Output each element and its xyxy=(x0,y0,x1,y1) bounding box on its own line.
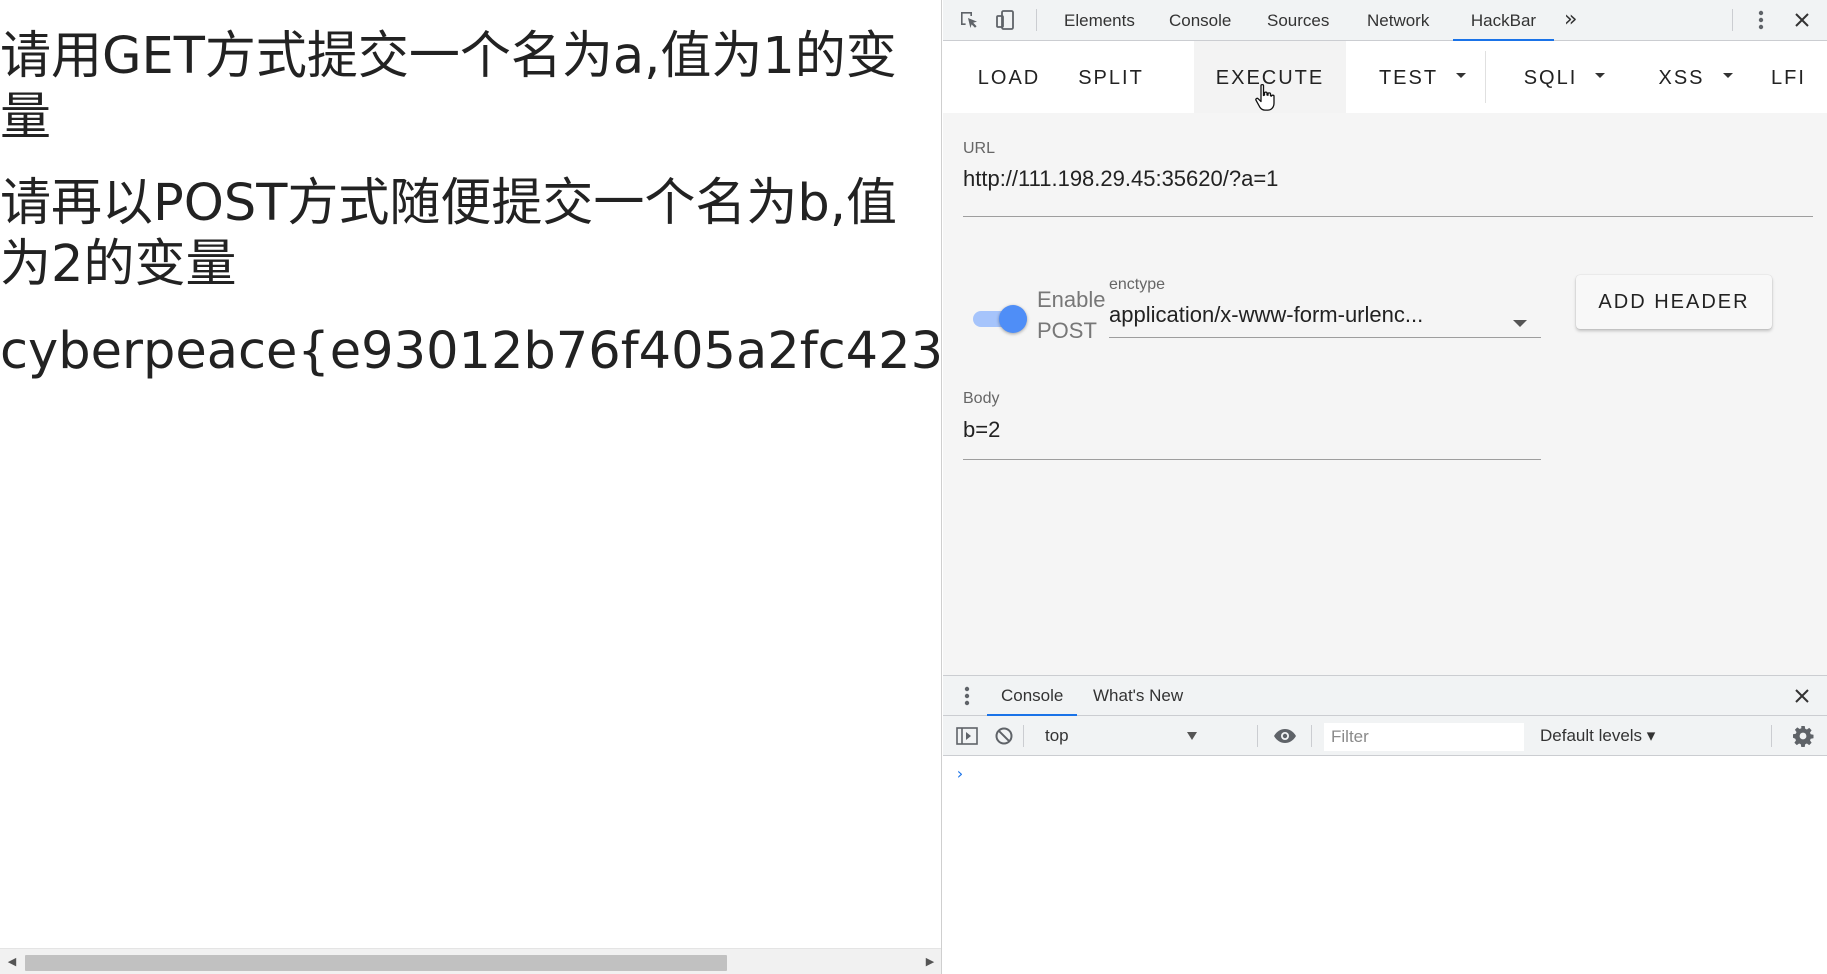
hackbar-panel: LOAD SPLIT EXECUTE TEST SQLI XSS LFI URL xyxy=(943,41,1827,675)
add-header-button[interactable]: ADD HEADER xyxy=(1576,275,1772,329)
clear-console-icon[interactable] xyxy=(992,724,1016,748)
eye-icon[interactable] xyxy=(1273,724,1297,748)
filter-input[interactable] xyxy=(1324,723,1524,751)
toolbar-divider xyxy=(1485,51,1486,103)
horizontal-scrollbar[interactable]: ◀ ▶ xyxy=(0,948,941,974)
test-menu-button[interactable]: TEST xyxy=(1363,41,1482,113)
console-prompt-icon[interactable]: › xyxy=(955,764,965,783)
gear-icon[interactable] xyxy=(1791,724,1815,748)
drawer-tab-whats-new[interactable]: What's New xyxy=(1093,676,1183,716)
sqli-label: SQLI xyxy=(1523,67,1578,89)
tab-hackbar[interactable]: HackBar xyxy=(1453,0,1554,41)
show-sidebar-icon[interactable] xyxy=(955,724,979,748)
toolbar-divider xyxy=(1023,725,1024,747)
page-content: 请用GET方式提交一个名为a,值为1的变量 请再以POST方式随便提交一个名为b… xyxy=(0,26,942,382)
toolbar-divider xyxy=(1036,9,1037,31)
scrollbar-thumb[interactable] xyxy=(25,955,727,971)
vertical-dots-icon[interactable] xyxy=(1749,8,1773,32)
toolbar-divider xyxy=(1311,725,1312,747)
close-icon[interactable] xyxy=(1790,8,1814,32)
drawer-menu-icon[interactable] xyxy=(955,684,979,708)
body-underline xyxy=(963,459,1541,460)
test-label: TEST xyxy=(1378,67,1439,89)
devtools-tabbar: Elements Console Sources Network HackBar… xyxy=(943,0,1827,41)
caret-down-icon xyxy=(1456,73,1467,79)
log-levels-dropdown[interactable]: Default levels ▾ xyxy=(1540,716,1655,756)
drawer-tab-console[interactable]: Console xyxy=(987,676,1078,716)
close-drawer-icon[interactable] xyxy=(1790,684,1814,708)
caret-down-icon xyxy=(1595,73,1606,79)
more-tabs-icon[interactable]: » xyxy=(1564,0,1577,41)
xss-label: XSS xyxy=(1658,67,1705,89)
caret-down-icon xyxy=(1722,73,1733,79)
inspect-element-icon[interactable] xyxy=(957,8,981,32)
console-toolbar: top Default levels ▾ xyxy=(943,716,1827,756)
body-input[interactable] xyxy=(963,414,1541,446)
flag-text: cyberpeace{e93012b76f405a2fc4233b3 xyxy=(0,322,942,381)
page-viewport: 请用GET方式提交一个名为a,值为1的变量 请再以POST方式随便提交一个名为b… xyxy=(0,0,942,974)
instruction-post: 请再以POST方式随便提交一个名为b,值为2的变量 xyxy=(0,174,898,294)
enable-post-label-line2: POST xyxy=(1037,318,1097,343)
tab-network[interactable]: Network xyxy=(1367,0,1429,41)
context-select[interactable]: top xyxy=(1045,725,1197,747)
toolbar-divider xyxy=(1771,725,1772,747)
body-label: Body xyxy=(963,390,1000,407)
url-label: URL xyxy=(963,140,996,157)
scroll-left-arrow-icon[interactable]: ◀ xyxy=(0,949,24,974)
sqli-menu-button[interactable]: SQLI xyxy=(1498,41,1631,113)
instruction-get: 请用GET方式提交一个名为a,值为1的变量 xyxy=(0,27,897,147)
enctype-label: enctype xyxy=(1109,276,1166,293)
console-drawer: Console What's New top Defa xyxy=(943,675,1827,974)
toolbar-divider xyxy=(1732,9,1733,31)
load-button[interactable]: LOAD xyxy=(957,41,1061,113)
xss-menu-button[interactable]: XSS xyxy=(1633,41,1758,113)
tab-sources[interactable]: Sources xyxy=(1267,0,1329,41)
dropdown-arrow-icon[interactable] xyxy=(1513,320,1527,327)
toggle-knob xyxy=(999,305,1027,333)
hackbar-toolbar: LOAD SPLIT EXECUTE TEST SQLI XSS LFI xyxy=(943,41,1827,113)
hand-cursor-icon xyxy=(1255,83,1275,111)
url-input[interactable] xyxy=(963,163,1813,195)
url-underline xyxy=(963,216,1813,217)
device-toolbar-icon[interactable] xyxy=(994,8,1018,32)
dropdown-arrow-icon xyxy=(1187,732,1197,740)
enctype-select[interactable]: application/x-www-form-urlenc... xyxy=(1109,302,1489,328)
toolbar-divider xyxy=(1257,725,1258,747)
enctype-underline xyxy=(1109,337,1541,338)
devtools-panel: Elements Console Sources Network HackBar… xyxy=(943,0,1827,974)
tab-console[interactable]: Console xyxy=(1169,0,1231,41)
context-value: top xyxy=(1045,726,1069,745)
drawer-tabbar: Console What's New xyxy=(943,676,1827,716)
enable-post-label-line1: Enable xyxy=(1037,287,1106,312)
tab-elements[interactable]: Elements xyxy=(1064,0,1135,41)
split-button[interactable]: SPLIT xyxy=(1061,41,1161,113)
lfi-menu-button[interactable]: LFI xyxy=(1771,41,1827,113)
scroll-right-arrow-icon[interactable]: ▶ xyxy=(918,949,941,974)
enable-post-toggle[interactable] xyxy=(971,300,1033,336)
